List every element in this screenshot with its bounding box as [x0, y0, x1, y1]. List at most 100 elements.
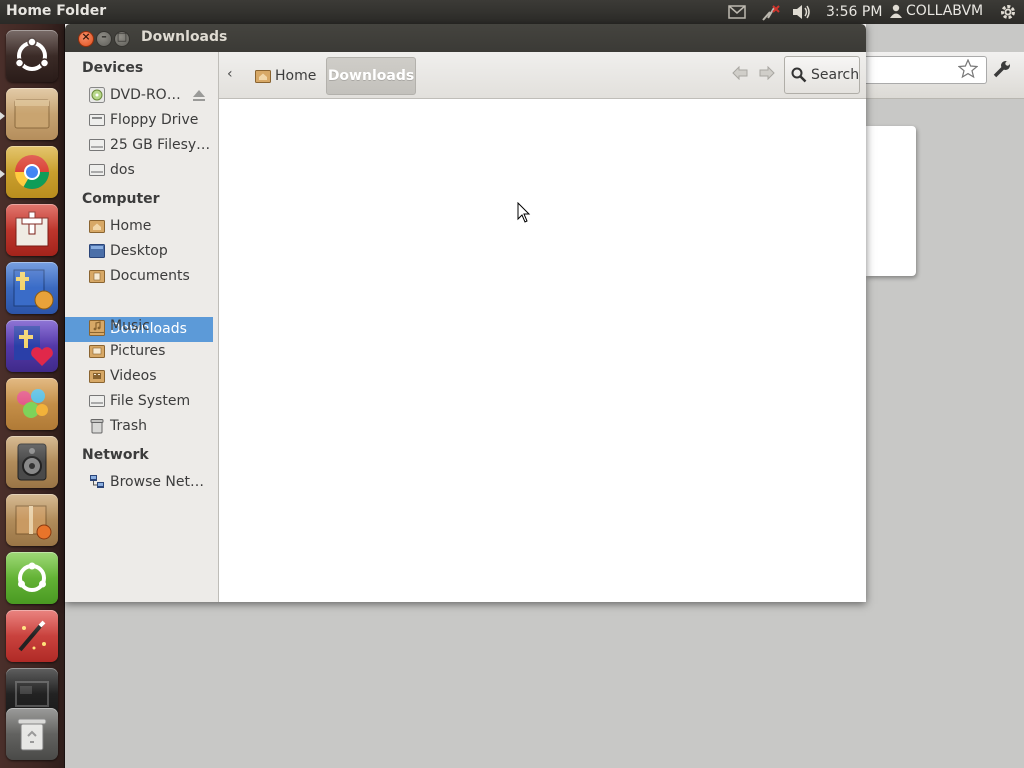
harddisk-icon — [89, 164, 105, 176]
videos-folder-icon — [89, 370, 105, 383]
close-button[interactable]: × — [78, 30, 94, 47]
dvd-icon — [89, 87, 105, 103]
sidebar-item-floppy[interactable]: Floppy Drive — [65, 108, 213, 133]
search-button[interactable]: Search — [784, 56, 860, 94]
sidebar-item-label: Home — [110, 218, 152, 234]
bookmark-star-icon[interactable] — [958, 59, 978, 79]
location-toolbar: ‹ Home Downloads Search — [219, 52, 866, 99]
sidebar-item-label: Browse Net… — [110, 474, 205, 490]
chrome-icon — [15, 155, 49, 189]
previous-arrow-icon[interactable] — [732, 66, 748, 80]
launcher-magic-wand-button[interactable] — [6, 610, 58, 662]
music-folder-icon — [89, 320, 105, 333]
wrench-icon[interactable] — [992, 59, 1012, 79]
breadcrumb-label: Home — [275, 68, 317, 84]
trash-icon — [17, 718, 47, 751]
cross-heart-icon — [14, 326, 53, 366]
background-dialog-card — [866, 126, 916, 276]
filesystem-icon — [89, 395, 105, 407]
sidebar-item-documents[interactable]: Documents — [65, 264, 213, 289]
maximize-button[interactable]: □ — [114, 30, 130, 47]
sidebar-item-videos[interactable]: Videos — [65, 364, 213, 389]
close-icon: × — [81, 30, 91, 43]
panel-app-title: Home Folder — [6, 3, 107, 19]
sidebar-item-label: Floppy Drive — [110, 112, 199, 128]
launcher-bible-button[interactable] — [6, 204, 58, 256]
volume-icon[interactable] — [792, 0, 812, 24]
floppy-icon — [89, 114, 105, 126]
next-arrow-icon[interactable] — [759, 66, 775, 80]
sidebar-item-file-system[interactable]: File System — [65, 389, 213, 414]
pictures-folder-icon — [89, 345, 105, 358]
launcher-package-button[interactable] — [6, 494, 58, 546]
bible-icon — [15, 211, 49, 247]
sidebar-item-label: Pictures — [110, 343, 166, 359]
maximize-icon: □ — [116, 30, 128, 43]
sidebar-item-label: Trash — [110, 418, 147, 434]
sidebar-item-label: File System — [110, 393, 191, 409]
sidebar-item-home[interactable]: Home — [65, 214, 213, 239]
user-name: COLLABVM — [906, 3, 984, 19]
ubuntu-logo-icon — [14, 37, 50, 71]
launcher-chrome-button[interactable] — [6, 146, 58, 198]
sidebar-item-label: DVD-RO… — [110, 87, 181, 103]
documents-folder-icon — [89, 270, 105, 283]
user-menu[interactable]: COLLABVM — [889, 3, 983, 19]
sidebar-item-pictures[interactable]: Pictures — [65, 339, 213, 364]
eject-icon[interactable] — [192, 88, 206, 102]
sidebar-item-25gb-filesystem[interactable]: 25 GB Filesy… — [65, 133, 213, 158]
ubuntu-software-icon — [18, 562, 46, 592]
network-icon — [90, 475, 104, 488]
places-sidebar: Devices DVD-RO… Floppy Drive 25 GB Files… — [65, 52, 219, 602]
speaker-icon — [17, 443, 47, 481]
sidebar-item-browse-network[interactable]: Browse Net… — [65, 470, 213, 495]
sidebar-item-dos[interactable]: dos — [65, 158, 213, 183]
paint-icon — [17, 389, 48, 418]
sidebar-item-desktop[interactable]: Desktop — [65, 239, 213, 264]
magic-wand-icon — [18, 620, 46, 652]
file-manager-icon — [14, 99, 50, 129]
sidebar-item-label: Desktop — [110, 243, 168, 259]
trash-icon — [90, 419, 104, 434]
top-panel: Home Folder 3:56 PM COLLABVM — [0, 0, 1024, 24]
running-indicator — [0, 170, 5, 178]
network-disconnected-icon[interactable] — [760, 0, 782, 24]
bible-blue-icon — [13, 269, 54, 310]
launcher-ubuntu-software-button[interactable] — [6, 552, 58, 604]
minimize-icon: – — [101, 30, 107, 43]
sidebar-item-label: Documents — [110, 268, 190, 284]
file-manager-window: × – □ Downloads Devices DVD-RO… Floppy D… — [65, 24, 866, 602]
sidebar-heading-network: Network — [82, 447, 149, 463]
desktop-icon — [89, 244, 105, 258]
launcher-files-button[interactable] — [6, 88, 58, 140]
window-titlebar[interactable]: × – □ Downloads — [65, 24, 866, 52]
sidebar-item-music[interactable]: Music — [65, 314, 213, 339]
sidebar-item-label: dos — [110, 162, 135, 178]
mail-icon[interactable] — [728, 0, 746, 24]
window-title: Downloads — [141, 29, 228, 45]
sidebar-item-label: Videos — [110, 368, 157, 384]
breadcrumb-downloads[interactable]: Downloads — [326, 57, 416, 95]
launcher-dash-button[interactable] — [6, 30, 58, 82]
launcher-bible-blue-button[interactable] — [6, 262, 58, 314]
harddisk-icon — [89, 139, 105, 151]
clock[interactable]: 3:56 PM — [826, 4, 882, 20]
launcher-cross-heart-button[interactable] — [6, 320, 58, 372]
sidebar-heading-computer: Computer — [82, 191, 160, 207]
sidebar-item-trash[interactable]: Trash — [65, 414, 213, 439]
launcher — [0, 24, 65, 768]
breadcrumb-home[interactable]: Home — [255, 64, 316, 88]
minimize-button[interactable]: – — [96, 30, 112, 47]
user-icon — [890, 4, 902, 18]
sidebar-item-dvd[interactable]: DVD-RO… — [65, 83, 213, 108]
gear-icon[interactable] — [999, 0, 1017, 24]
home-folder-icon — [89, 220, 105, 233]
launcher-trash-button[interactable] — [6, 708, 58, 760]
launcher-paint-button[interactable] — [6, 378, 58, 430]
sidebar-heading-devices: Devices — [82, 60, 144, 76]
running-indicator — [0, 112, 5, 120]
background-browser-toolbar — [866, 52, 1024, 99]
launcher-speaker-button[interactable] — [6, 436, 58, 488]
file-view-area[interactable] — [219, 99, 866, 602]
back-arrow-icon[interactable]: ‹ — [227, 66, 233, 82]
